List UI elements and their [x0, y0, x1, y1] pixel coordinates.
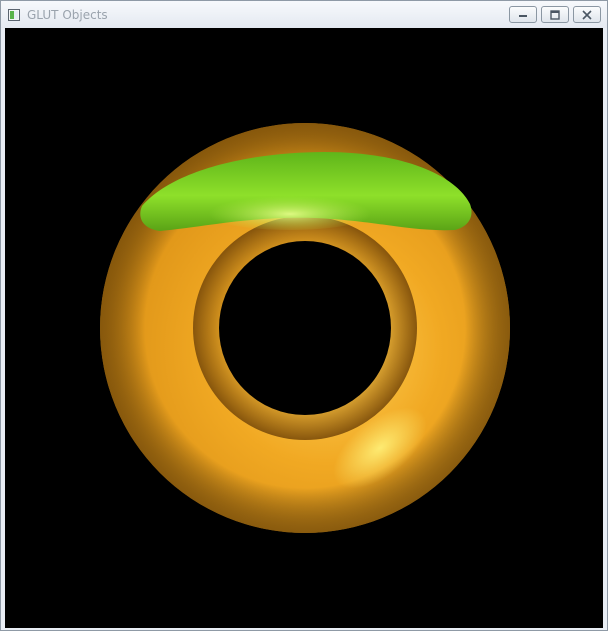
title-bar[interactable]: GLUT Objects: [1, 1, 607, 28]
app-icon: [8, 9, 20, 21]
window-controls: [509, 6, 601, 24]
minimize-icon: [519, 14, 527, 17]
minimize-button[interactable]: [509, 6, 537, 23]
restore-button[interactable]: [541, 6, 569, 23]
render-canvas[interactable]: [5, 28, 603, 628]
green-highlight: [200, 190, 380, 230]
close-button[interactable]: [573, 6, 601, 23]
torus-scene: [100, 123, 510, 533]
close-icon: [582, 9, 592, 20]
app-window: GLUT Objects: [0, 0, 608, 631]
torus-hole: [219, 241, 391, 415]
window-title: GLUT Objects: [27, 8, 108, 22]
restore-icon: [550, 9, 560, 20]
